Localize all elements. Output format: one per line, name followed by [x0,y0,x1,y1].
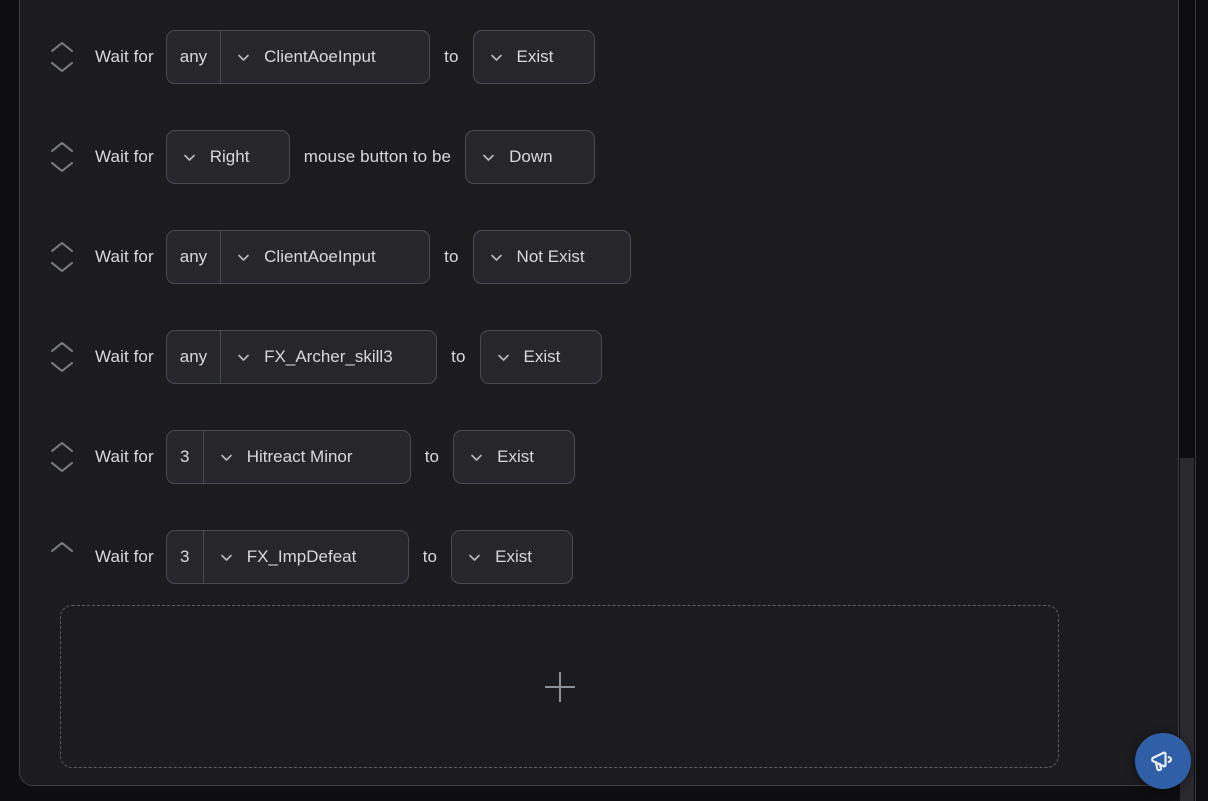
add-condition-card[interactable] [60,605,1059,768]
row-prefix-label: Wait for [95,447,154,466]
move-up-icon[interactable] [49,240,75,254]
chevron-down-icon [468,449,485,466]
count-input[interactable]: any [165,30,221,84]
target-select-value: ClientAoeInput [264,247,376,266]
mouse-state-select[interactable]: Down [465,130,596,184]
target-select-value: Hitreact Minor [246,447,353,466]
chevron-down-icon [466,549,483,566]
count-input[interactable]: any [165,230,221,284]
state-select[interactable]: Not Exist [472,230,631,284]
reorder-controls [39,540,85,574]
conditions-panel: Wait for any ClientAoeInput to Exist Wai… [19,0,1179,786]
row-mid-label: to [444,47,459,66]
chevron-down-icon [488,249,505,266]
row-prefix-label: Wait for [95,247,154,266]
row-prefix-label: Wait for [95,47,154,66]
chevron-down-icon [218,449,235,466]
move-down-icon[interactable] [49,460,75,474]
condition-row: Wait for 3 FX_ImpDefeat to Exist [20,507,574,607]
condition-row: Wait for Right mouse button to be Down [20,107,596,207]
state-select[interactable]: Exist [479,330,602,384]
count-input[interactable]: 3 [165,430,203,484]
target-group: any FX_Archer_skill3 [165,330,438,384]
state-select-value: Exist [523,347,561,366]
chevron-down-icon [488,49,505,66]
chevron-down-icon [235,49,252,66]
move-up-icon[interactable] [49,40,75,54]
chevron-down-icon [480,149,497,166]
mouse-button-select[interactable]: Right [165,130,290,184]
mouse-state-select-value: Down [509,147,553,166]
target-select-value: FX_Archer_skill3 [264,347,393,366]
state-select[interactable]: Exist [453,430,576,484]
row-mid-label: to [451,347,466,366]
reorder-controls [39,240,85,274]
target-group: any ClientAoeInput [165,30,431,84]
row-mid-label: mouse button to be [303,147,452,166]
chevron-down-icon [218,549,235,566]
move-up-icon[interactable] [49,540,75,554]
state-select-value: Not Exist [516,247,585,266]
row-prefix-label: Wait for [95,547,154,566]
state-select[interactable]: Exist [472,30,595,84]
mouse-button-select-value: Right [209,147,250,166]
row-mid-label: to [424,447,440,466]
app-root: Wait for any ClientAoeInput to Exist Wai… [0,0,1208,801]
condition-row: Wait for any FX_Archer_skill3 to Exist [20,307,602,407]
target-select[interactable]: FX_Archer_skill3 [220,330,438,384]
target-select[interactable]: Hitreact Minor [202,430,411,484]
row-prefix-label: Wait for [95,347,154,366]
chevron-down-icon [181,149,198,166]
state-select-value: Exist [516,47,554,66]
target-group: 3 Hitreact Minor [165,430,411,484]
move-up-icon[interactable] [49,340,75,354]
move-down-icon[interactable] [49,60,75,74]
move-down-icon[interactable] [49,360,75,374]
feedback-fab-button[interactable] [1135,733,1191,789]
move-up-icon[interactable] [49,440,75,454]
row-prefix-label: Wait for [95,147,154,166]
chevron-down-icon [235,349,252,366]
count-input[interactable]: 3 [165,530,203,584]
target-select[interactable]: ClientAoeInput [220,230,431,284]
row-mid-label: to [422,547,438,566]
move-down-icon[interactable] [49,260,75,274]
state-select-value: Exist [497,447,534,466]
move-down-icon[interactable] [49,160,75,174]
reorder-controls [39,440,85,474]
reorder-controls [39,40,85,74]
target-select-value: FX_ImpDefeat [246,547,357,566]
reorder-controls [39,140,85,174]
condition-row: Wait for any ClientAoeInput to Not Exist [20,207,631,307]
reorder-controls [39,340,85,374]
target-select[interactable]: ClientAoeInput [220,30,431,84]
target-group: 3 FX_ImpDefeat [165,530,409,584]
row-mid-label: to [444,247,459,266]
state-select-value: Exist [495,547,532,566]
chevron-down-icon [235,249,252,266]
move-up-icon[interactable] [49,140,75,154]
target-select-value: ClientAoeInput [264,47,376,66]
count-input[interactable]: any [165,330,221,384]
plus-icon [545,672,575,702]
target-select[interactable]: FX_ImpDefeat [202,530,409,584]
scroll-edge-divider [1195,0,1196,801]
chevron-down-icon [495,349,512,366]
condition-row: Wait for 3 Hitreact Minor to Exist [20,407,576,507]
target-group: any ClientAoeInput [165,230,431,284]
megaphone-icon [1151,751,1173,772]
condition-row: Wait for any ClientAoeInput to Exist [20,7,595,107]
state-select[interactable]: Exist [451,530,574,584]
